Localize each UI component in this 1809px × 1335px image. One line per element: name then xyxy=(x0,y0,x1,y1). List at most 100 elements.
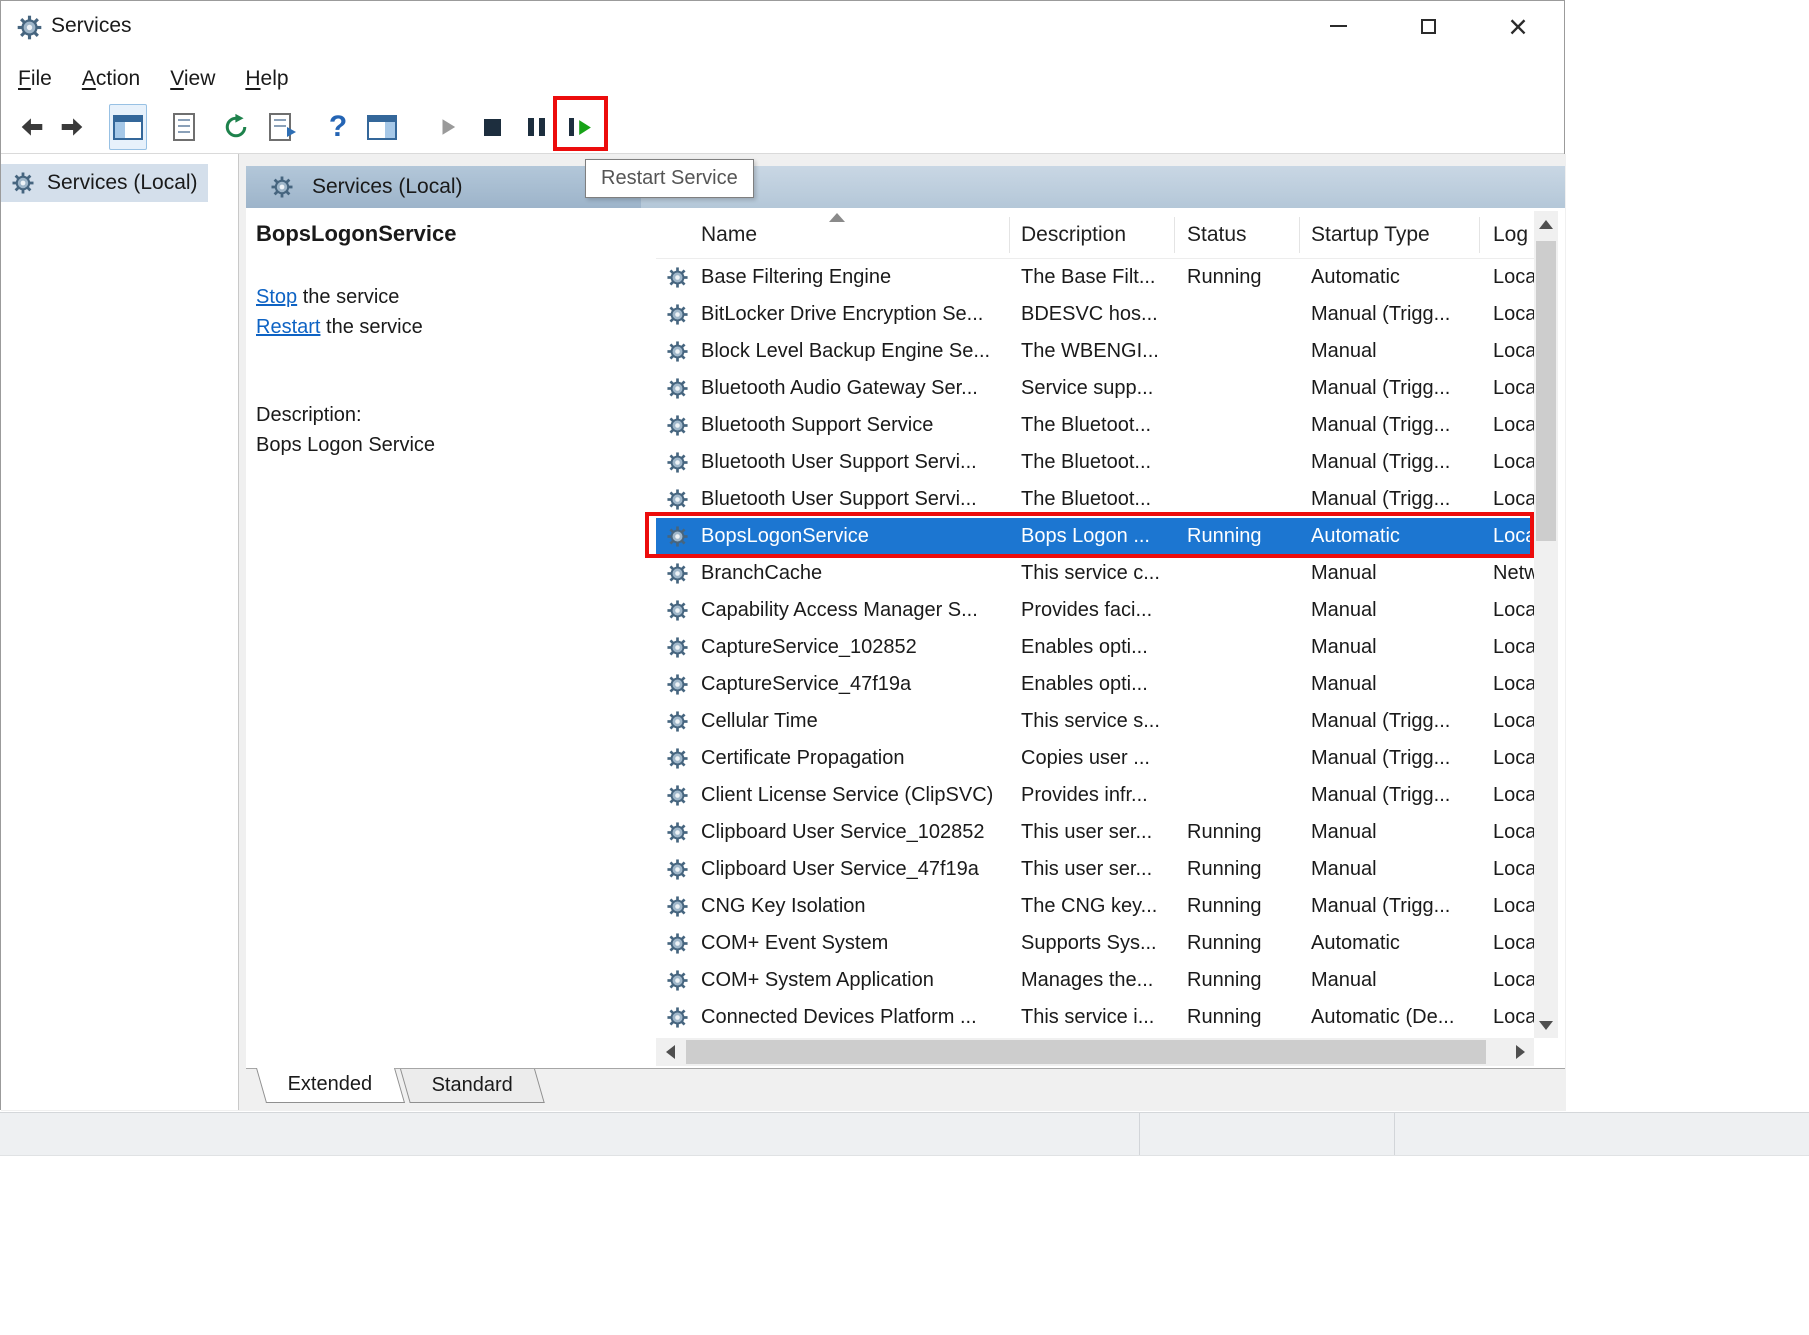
restart-service-link[interactable]: Restart xyxy=(256,316,320,338)
service-row[interactable]: Base Filtering EngineThe Base Filt...Run… xyxy=(656,259,1534,296)
service-row[interactable]: Clipboard User Service_47f19aThis user s… xyxy=(656,851,1534,888)
selected-service-name: BopsLogonService xyxy=(256,221,456,247)
export-list-icon xyxy=(269,113,291,141)
menu-item-file[interactable]: File xyxy=(18,56,52,101)
export-list-button[interactable] xyxy=(261,104,299,150)
pause-icon xyxy=(528,118,545,136)
cell-status: Running xyxy=(1187,518,1262,555)
column-header-description[interactable]: Description xyxy=(1021,211,1126,259)
console-tree-panel: Services (Local) xyxy=(1,154,239,1110)
service-row[interactable]: COM+ Event SystemSupports Sys...RunningA… xyxy=(656,925,1534,962)
service-row[interactable]: Bluetooth Support ServiceThe Bluetoot...… xyxy=(656,407,1534,444)
service-row[interactable]: Cellular TimeThis service s...Manual (Tr… xyxy=(656,703,1534,740)
tab-extended[interactable]: Extended xyxy=(256,1068,405,1103)
refresh-icon xyxy=(222,113,250,141)
service-row[interactable]: CNG Key IsolationThe CNG key...RunningMa… xyxy=(656,888,1534,925)
stop-service-link[interactable]: Stop xyxy=(256,286,297,308)
cell-startup-type: Manual (Trigg... xyxy=(1311,703,1450,740)
horizontal-scrollbar-thumb[interactable] xyxy=(686,1040,1486,1064)
help-button[interactable]: ? xyxy=(319,104,357,150)
show-hide-action-pane-button[interactable] xyxy=(363,104,401,150)
service-row[interactable]: Clipboard User Service_102852This user s… xyxy=(656,814,1534,851)
service-row[interactable]: Capability Access Manager S...Provides f… xyxy=(656,592,1534,629)
service-row[interactable]: BranchCacheThis service c...ManualNetw xyxy=(656,555,1534,592)
menu-bar: File Action View Help xyxy=(3,56,1566,101)
column-header-name[interactable]: Name xyxy=(701,211,757,259)
cell-status: Running xyxy=(1187,925,1262,962)
scroll-up-button[interactable] xyxy=(1534,211,1558,237)
refresh-button[interactable] xyxy=(217,104,255,150)
pause-service-button[interactable] xyxy=(517,104,555,150)
service-row[interactable]: Client License Service (ClipSVC)Provides… xyxy=(656,777,1534,814)
menu-item-view[interactable]: View xyxy=(170,56,215,101)
cell-description: Bops Logon ... xyxy=(1021,518,1150,555)
vertical-scrollbar[interactable] xyxy=(1534,211,1558,1038)
cell-status: Running xyxy=(1187,888,1262,925)
stop-service-line: Stop the service xyxy=(256,286,399,309)
menu-item-help[interactable]: Help xyxy=(245,56,288,101)
restart-icon xyxy=(569,118,592,136)
tree-item-services-local[interactable]: Services (Local) xyxy=(1,164,208,202)
cell-status: Running xyxy=(1187,259,1262,296)
service-row[interactable]: Block Level Backup Engine Se...The WBENG… xyxy=(656,333,1534,370)
cell-description: This service i... xyxy=(1021,999,1154,1036)
cell-name: Clipboard User Service_102852 xyxy=(701,814,985,851)
cell-log-on-as: Loca xyxy=(1493,629,1534,666)
service-row[interactable]: Certificate PropagationCopies user ...Ma… xyxy=(656,740,1534,777)
cell-log-on-as: Loca xyxy=(1493,333,1534,370)
cell-log-on-as: Netw xyxy=(1493,555,1534,592)
stop-service-button[interactable] xyxy=(473,104,511,150)
show-hide-console-tree-button[interactable] xyxy=(109,104,147,150)
cell-description: Supports Sys... xyxy=(1021,925,1157,962)
horizontal-scrollbar[interactable] xyxy=(656,1038,1534,1066)
service-row[interactable]: CaptureService_102852Enables opti...Manu… xyxy=(656,629,1534,666)
service-row[interactable]: Bluetooth User Support Servi...The Bluet… xyxy=(656,444,1534,481)
service-row-selected[interactable]: BopsLogonServiceBops Logon ...RunningAut… xyxy=(656,518,1534,555)
restart-link-suffix: the service xyxy=(326,316,423,338)
maximize-button[interactable] xyxy=(1397,1,1459,51)
cell-log-on-as: Loca xyxy=(1493,444,1534,481)
back-button[interactable] xyxy=(13,104,51,150)
cell-startup-type: Automatic (De... xyxy=(1311,999,1454,1036)
cell-startup-type: Automatic xyxy=(1311,518,1400,555)
column-header-startup-type[interactable]: Startup Type xyxy=(1311,211,1430,259)
service-row[interactable]: BitLocker Drive Encryption Se...BDESVC h… xyxy=(656,296,1534,333)
service-row[interactable]: COM+ System ApplicationManages the...Run… xyxy=(656,962,1534,999)
column-separator xyxy=(1174,217,1175,253)
menu-item-action[interactable]: Action xyxy=(82,56,140,101)
cell-log-on-as: Loca xyxy=(1493,925,1534,962)
restart-service-tooltip: Restart Service xyxy=(585,159,754,198)
column-separator xyxy=(1479,217,1480,253)
service-row[interactable]: Bluetooth Audio Gateway Ser...Service su… xyxy=(656,370,1534,407)
cell-startup-type: Manual (Trigg... xyxy=(1311,296,1450,333)
forward-button[interactable] xyxy=(53,104,91,150)
services-node-icon xyxy=(11,171,35,195)
scroll-right-button[interactable] xyxy=(1506,1038,1534,1066)
service-row[interactable]: Connected Devices Platform ...This servi… xyxy=(656,999,1534,1036)
scroll-down-button[interactable] xyxy=(1534,1012,1558,1038)
vertical-scrollbar-thumb[interactable] xyxy=(1536,241,1556,541)
cell-log-on-as: Loca xyxy=(1493,370,1534,407)
service-row[interactable]: Bluetooth User Support Servi...The Bluet… xyxy=(656,481,1534,518)
cell-log-on-as: Loca xyxy=(1493,703,1534,740)
toolbar: ? xyxy=(1,101,1564,154)
tab-standard[interactable]: Standard xyxy=(400,1069,545,1103)
screen: Services × File Action View Help xyxy=(0,0,1809,1335)
column-header-log[interactable]: Log xyxy=(1493,211,1528,259)
start-service-button[interactable] xyxy=(429,104,467,150)
results-pane-header-extension xyxy=(641,166,1565,208)
restart-service-button[interactable] xyxy=(561,104,599,150)
column-header-status[interactable]: Status xyxy=(1187,211,1247,259)
results-pane-title: Services (Local) xyxy=(312,175,463,199)
cell-name: Bluetooth Support Service xyxy=(701,407,933,444)
scroll-left-button[interactable] xyxy=(656,1038,684,1066)
cell-log-on-as: Loca xyxy=(1493,296,1534,333)
service-gear-icon xyxy=(666,303,689,326)
minimize-button[interactable] xyxy=(1307,1,1369,51)
close-button[interactable]: × xyxy=(1487,1,1549,51)
service-row[interactable]: CaptureService_47f19aEnables opti...Manu… xyxy=(656,666,1534,703)
cell-log-on-as: Loca xyxy=(1493,518,1534,555)
properties-button[interactable] xyxy=(165,104,203,150)
title-bar[interactable]: Services × xyxy=(1,1,1564,56)
stop-icon xyxy=(484,119,501,136)
